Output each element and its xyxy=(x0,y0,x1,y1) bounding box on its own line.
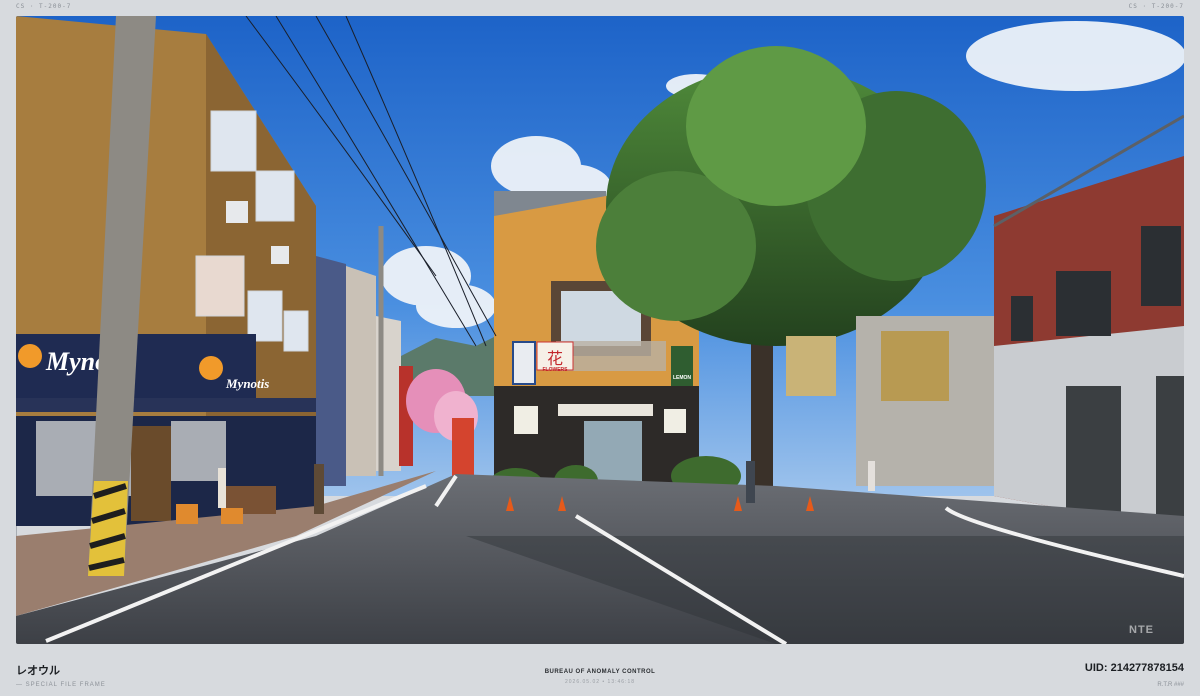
frame-code-right: CS · T-200-7 xyxy=(1128,3,1184,10)
watermark-logo: NTE xyxy=(1129,624,1154,636)
organization-title: BUREAU OF ANOMALY CONTROL xyxy=(544,669,656,675)
store-sign-right: Mynotis xyxy=(225,376,269,391)
flower-shop-sign: FLOWERS xyxy=(543,367,569,373)
lemon-sign: LEMON xyxy=(673,375,691,381)
uid-label: UID: 214277878154 xyxy=(1084,662,1184,674)
frame-code-left: CS · T-200-7 xyxy=(16,3,72,10)
game-screenshot: Mynotis Mynotis 花 FLOWERS LEMON NTE xyxy=(16,16,1184,644)
street-scene: Mynotis Mynotis 花 FLOWERS LEMON xyxy=(16,16,1184,644)
footer-code: R.T.R ### xyxy=(1157,682,1184,688)
photo-footer: レオウル — SPECIAL FILE FRAME BUREAU OF ANOM… xyxy=(0,644,1200,696)
flower-char-sign: 花 xyxy=(547,349,563,368)
screenshot-frame: CS · T-200-7 CS · T-200-7 Mynotis Mynoti… xyxy=(0,0,1200,696)
timestamp: 2026.05.02 • 13:46:18 xyxy=(564,679,636,685)
